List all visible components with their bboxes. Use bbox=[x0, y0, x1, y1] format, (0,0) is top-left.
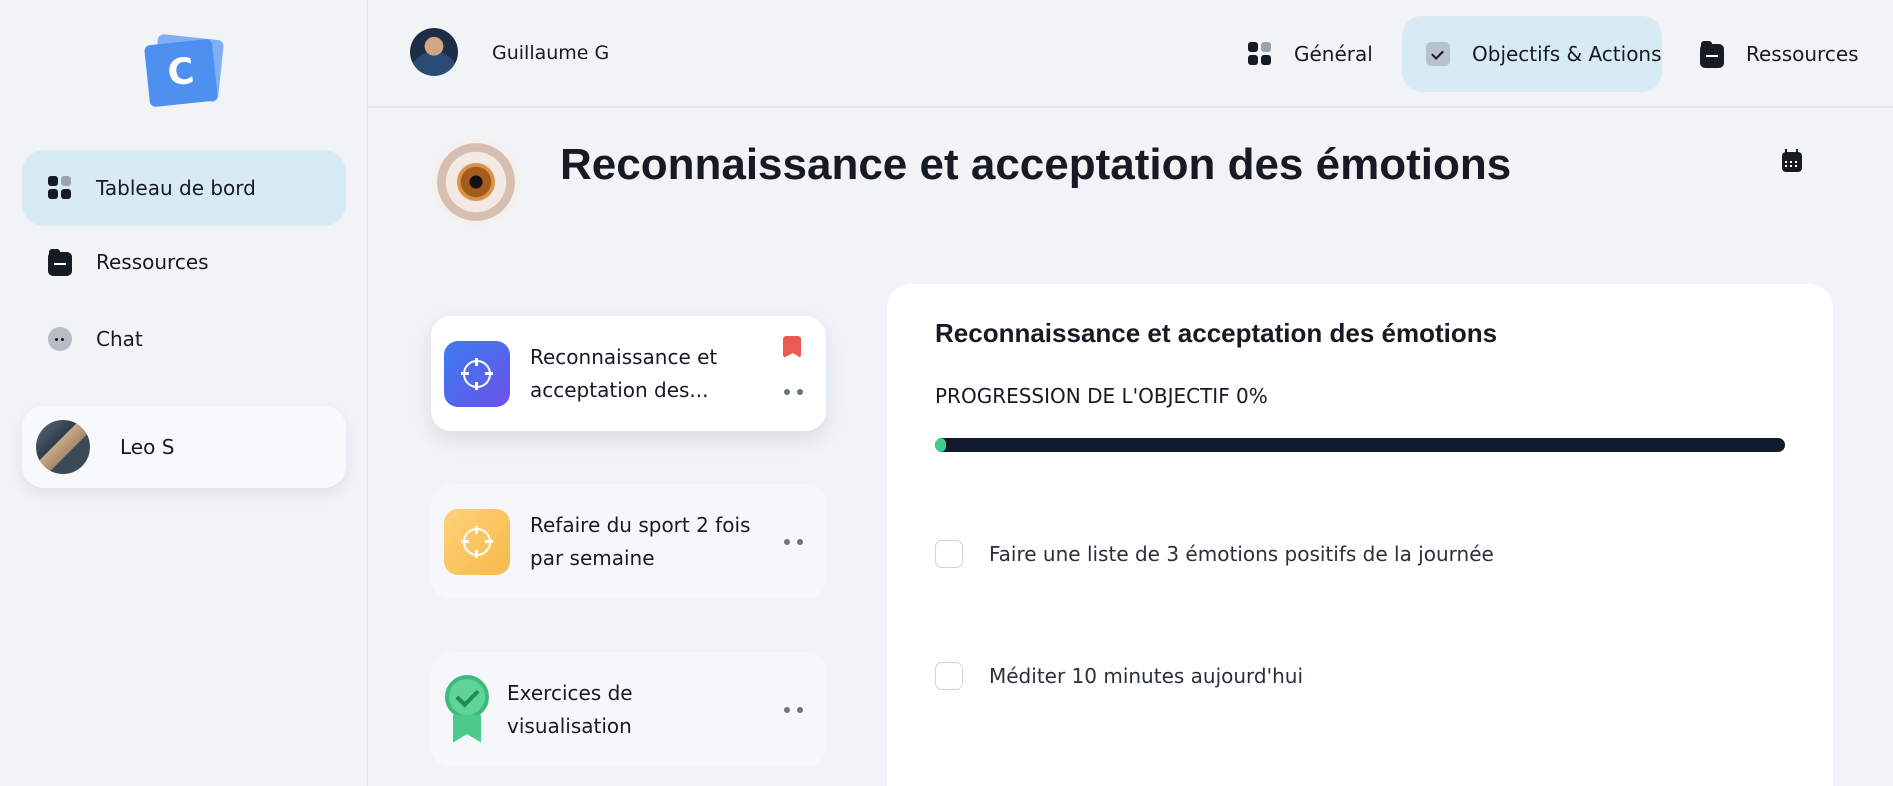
tab-label: Général bbox=[1294, 42, 1373, 66]
detail-title: Reconnaissance et acceptation des émotio… bbox=[935, 318, 1498, 348]
folder-icon bbox=[48, 249, 72, 276]
progress-fill bbox=[935, 438, 946, 452]
tab-objectifs-actions[interactable]: Objectifs & Actions bbox=[1402, 16, 1662, 92]
top-bar: Guillaume G Général Objectifs & Actions … bbox=[368, 0, 1893, 108]
page-title: Reconnaissance et acceptation des émotio… bbox=[560, 140, 1512, 189]
flag-icon[interactable] bbox=[783, 336, 801, 358]
target-icon bbox=[444, 508, 510, 575]
goal-label: Refaire du sport 2 fois par semaine bbox=[530, 512, 751, 570]
progress-label: PROGRESSION DE L'OBJECTIF 0% bbox=[935, 384, 1268, 408]
top-user-name[interactable]: Guillaume G bbox=[492, 42, 609, 64]
user-name: Leo S bbox=[120, 435, 175, 459]
progress-bar bbox=[935, 438, 1785, 452]
sidebar-item-label: Tableau de bord bbox=[96, 176, 256, 200]
folder-icon bbox=[1700, 41, 1724, 68]
sidebar: C Tableau de bord Ressources Chat Leo S bbox=[0, 0, 368, 786]
tab-label: Ressources bbox=[1746, 42, 1859, 66]
tab-label: Objectifs & Actions bbox=[1472, 42, 1662, 66]
sidebar-item-ressources[interactable]: Ressources bbox=[22, 224, 346, 300]
sidebar-item-chat[interactable]: Chat bbox=[22, 301, 346, 377]
task-checkbox[interactable] bbox=[935, 662, 963, 690]
avatar bbox=[36, 420, 90, 474]
user-card[interactable]: Leo S bbox=[22, 406, 346, 488]
chat-icon bbox=[48, 327, 72, 351]
goal-label: Reconnaissance et acceptation des... bbox=[530, 344, 718, 402]
goal-detail-panel: Reconnaissance et acceptation des émotio… bbox=[887, 284, 1833, 786]
badge-icon bbox=[443, 674, 491, 745]
tab-general[interactable]: Général bbox=[1248, 16, 1373, 92]
more-options-icon[interactable] bbox=[784, 707, 804, 713]
goal-card[interactable]: Refaire du sport 2 fois par semaine bbox=[431, 484, 826, 599]
target-icon bbox=[444, 340, 510, 407]
app-logo[interactable]: C bbox=[143, 33, 225, 108]
task-item: Méditer 10 minutes aujourd'hui bbox=[935, 662, 1303, 690]
grid-icon bbox=[48, 176, 72, 200]
goal-card[interactable]: Reconnaissance et acceptation des... bbox=[431, 316, 826, 431]
goal-label: Exercices de visualisation bbox=[507, 680, 633, 738]
checkbox-icon bbox=[1426, 42, 1450, 66]
more-options-icon[interactable] bbox=[784, 539, 804, 545]
grid-icon bbox=[1248, 42, 1272, 66]
more-options-icon[interactable] bbox=[784, 389, 804, 395]
task-label: Faire une liste de 3 émotions positifs d… bbox=[989, 542, 1494, 566]
calendar-icon[interactable] bbox=[1782, 149, 1802, 172]
sidebar-item-label: Chat bbox=[96, 327, 143, 351]
task-checkbox[interactable] bbox=[935, 540, 963, 568]
logo-letter: C bbox=[143, 38, 219, 108]
task-label: Méditer 10 minutes aujourd'hui bbox=[989, 664, 1304, 688]
sidebar-item-label: Ressources bbox=[96, 250, 209, 274]
sidebar-item-tableau-de-bord[interactable]: Tableau de bord bbox=[22, 150, 346, 226]
tab-ressources[interactable]: Ressources bbox=[1700, 16, 1859, 92]
task-item: Faire une liste de 3 émotions positifs d… bbox=[935, 540, 1494, 568]
goal-card[interactable]: Exercices de visualisation bbox=[431, 652, 826, 767]
goal-cover-image bbox=[432, 138, 520, 226]
avatar[interactable] bbox=[410, 28, 458, 76]
